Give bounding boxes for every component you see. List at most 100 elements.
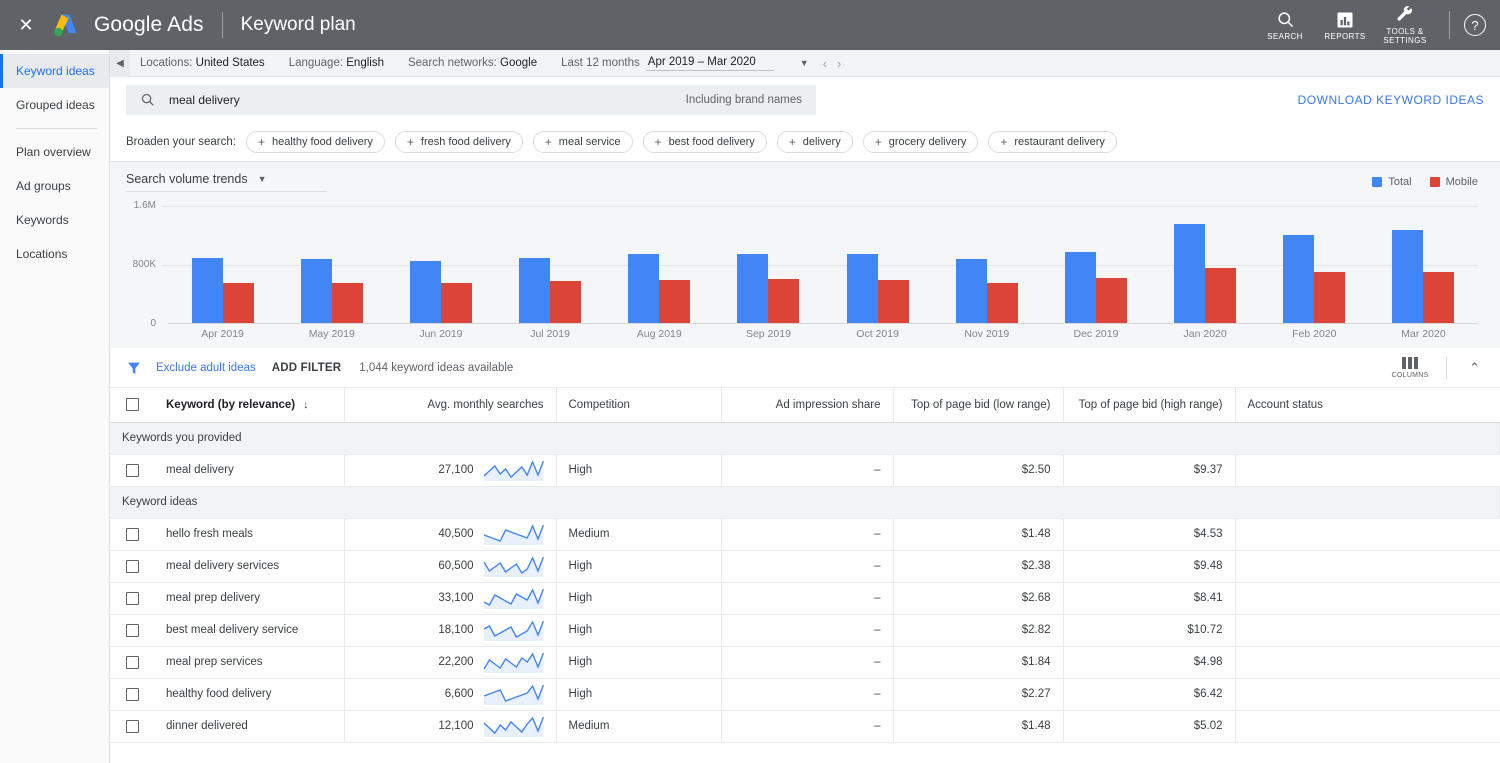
table-row[interactable]: meal delivery27,100High–$2.50$9.37 (110, 454, 1500, 486)
row-checkbox[interactable] (126, 464, 139, 477)
bar-mobile-apr-2019[interactable] (223, 283, 254, 324)
chip-label: grocery delivery (889, 136, 967, 148)
column-header-top-of-page-bid-high[interactable]: Top of page bid (high range) (1063, 388, 1235, 422)
bar-group-nov-2019[interactable] (932, 259, 1041, 324)
bar-group-jan-2020[interactable] (1151, 224, 1260, 324)
table-row[interactable]: meal prep services22,200High–$1.84$4.98 (110, 646, 1500, 678)
select-all-checkbox[interactable] (126, 398, 139, 411)
exclude-adult-ideas-filter[interactable]: Exclude adult ideas (156, 362, 256, 374)
bar-mobile-jul-2019[interactable] (550, 281, 581, 324)
language-filter[interactable]: Language: English (289, 57, 384, 69)
table-row[interactable]: meal prep delivery33,100High–$2.68$8.41 (110, 582, 1500, 614)
column-header-ad-impression-share[interactable]: Ad impression share (721, 388, 893, 422)
bar-mobile-oct-2019[interactable] (878, 280, 909, 324)
bar-total-may-2019[interactable] (301, 259, 332, 324)
bar-mobile-aug-2019[interactable] (659, 280, 690, 324)
bar-total-jan-2020[interactable] (1174, 224, 1205, 324)
bar-mobile-dec-2019[interactable] (1096, 278, 1127, 324)
chart-metric-select[interactable]: Search volume trends ▼ (126, 172, 327, 192)
date-range-select[interactable]: Apr 2019 – Mar 2020 (646, 55, 774, 71)
add-filter-button[interactable]: ADD FILTER (272, 362, 342, 374)
sidebar-divider (16, 128, 97, 129)
sidebar-item-keywords[interactable]: Keywords (0, 203, 109, 237)
bar-group-may-2019[interactable] (277, 259, 386, 324)
column-header-account-status[interactable]: Account status (1235, 388, 1500, 422)
including-brand-names-label: Including brand names (686, 94, 802, 106)
columns-button[interactable]: COLUMNS (1386, 357, 1434, 379)
broaden-chip-meal-service[interactable]: +meal service (533, 131, 633, 153)
networks-filter[interactable]: Search networks: Google (408, 57, 537, 69)
bar-total-aug-2019[interactable] (628, 254, 659, 324)
download-keyword-ideas-button[interactable]: DOWNLOAD KEYWORD IDEAS (1298, 93, 1484, 107)
bar-group-jun-2019[interactable] (386, 261, 495, 324)
row-checkbox[interactable] (126, 592, 139, 605)
bar-mobile-feb-2020[interactable] (1314, 272, 1345, 324)
sidebar-item-plan-overview[interactable]: Plan overview (0, 135, 109, 169)
bar-group-jul-2019[interactable] (496, 258, 605, 324)
search-action[interactable]: SEARCH (1255, 0, 1315, 50)
bar-group-dec-2019[interactable] (1041, 252, 1150, 324)
sidebar-item-locations[interactable]: Locations (0, 237, 109, 271)
collapse-sidebar-button[interactable]: ◀ (110, 50, 130, 77)
column-header-keyword[interactable]: Keyword (by relevance)↓ (154, 388, 344, 422)
row-checkbox[interactable] (126, 560, 139, 573)
search-input[interactable]: meal delivery Including brand names (126, 85, 816, 115)
bar-group-feb-2020[interactable] (1260, 235, 1369, 324)
tools-settings-action[interactable]: TOOLS &SETTINGS (1375, 0, 1435, 50)
row-checkbox[interactable] (126, 528, 139, 541)
broaden-chip-fresh-food-delivery[interactable]: +fresh food delivery (395, 131, 523, 153)
bar-total-mar-2020[interactable] (1392, 230, 1423, 324)
column-header-avg-monthly-searches[interactable]: Avg. monthly searches (344, 388, 556, 422)
broaden-chip-restaurant-delivery[interactable]: +restaurant delivery (988, 131, 1117, 153)
column-header-competition[interactable]: Competition (556, 388, 721, 422)
bar-mobile-sep-2019[interactable] (768, 279, 799, 324)
broaden-chip-healthy-food-delivery[interactable]: +healthy food delivery (246, 131, 385, 153)
row-checkbox[interactable] (126, 656, 139, 669)
sidebar-item-keyword-ideas[interactable]: Keyword ideas (0, 54, 109, 88)
bar-total-jul-2019[interactable] (519, 258, 550, 324)
chevron-up-icon[interactable]: ⌃ (1459, 360, 1490, 376)
reports-action[interactable]: REPORTS (1315, 0, 1375, 50)
broaden-chip-grocery-delivery[interactable]: +grocery delivery (863, 131, 979, 153)
bar-total-sep-2019[interactable] (737, 254, 768, 324)
plus-icon: + (1000, 135, 1007, 149)
table-row[interactable]: healthy food delivery6,600High–$2.27$6.4… (110, 678, 1500, 710)
bar-mobile-mar-2020[interactable] (1423, 272, 1454, 324)
bar-total-nov-2019[interactable] (956, 259, 987, 324)
bar-total-feb-2020[interactable] (1283, 235, 1314, 324)
filter-funnel-icon[interactable] (126, 360, 142, 376)
sidebar-item-grouped-ideas[interactable]: Grouped ideas (0, 88, 109, 122)
broaden-chip-delivery[interactable]: +delivery (777, 131, 853, 153)
bar-group-sep-2019[interactable] (714, 254, 823, 324)
bar-mobile-jan-2020[interactable] (1205, 268, 1236, 324)
table-row[interactable]: dinner delivered12,100Medium–$1.48$5.02 (110, 710, 1500, 742)
table-row[interactable]: meal delivery services60,500High–$2.38$9… (110, 550, 1500, 582)
bar-mobile-jun-2019[interactable] (441, 283, 472, 324)
row-checkbox[interactable] (126, 720, 139, 733)
broaden-search-row: Broaden your search: +healthy food deliv… (110, 122, 1500, 162)
bar-total-jun-2019[interactable] (410, 261, 441, 324)
locations-filter[interactable]: Locations: United States (140, 57, 265, 69)
sidebar-item-ad-groups[interactable]: Ad groups (0, 169, 109, 203)
bar-group-mar-2020[interactable] (1369, 230, 1478, 324)
date-prev-button[interactable]: ‹ (823, 56, 827, 71)
bar-total-oct-2019[interactable] (847, 254, 878, 324)
table-row[interactable]: hello fresh meals40,500Medium–$1.48$4.53 (110, 518, 1500, 550)
bar-group-apr-2019[interactable] (168, 258, 277, 324)
column-header-top-of-page-bid-low[interactable]: Top of page bid (low range) (893, 388, 1063, 422)
chevron-down-icon[interactable]: ▼ (800, 58, 809, 68)
broaden-chip-best-food-delivery[interactable]: +best food delivery (643, 131, 767, 153)
close-icon[interactable]: ✕ (14, 13, 38, 37)
bar-group-oct-2019[interactable] (823, 254, 932, 324)
help-icon[interactable]: ? (1464, 14, 1486, 36)
row-checkbox[interactable] (126, 688, 139, 701)
bar-mobile-may-2019[interactable] (332, 283, 363, 324)
bar-total-apr-2019[interactable] (192, 258, 223, 324)
keyword-ideas-count: 1,044 keyword ideas available (359, 362, 513, 374)
date-next-button[interactable]: › (837, 56, 841, 71)
bar-total-dec-2019[interactable] (1065, 252, 1096, 324)
bar-mobile-nov-2019[interactable] (987, 283, 1018, 324)
row-checkbox[interactable] (126, 624, 139, 637)
bar-group-aug-2019[interactable] (605, 254, 714, 324)
table-row[interactable]: best meal delivery service18,100High–$2.… (110, 614, 1500, 646)
